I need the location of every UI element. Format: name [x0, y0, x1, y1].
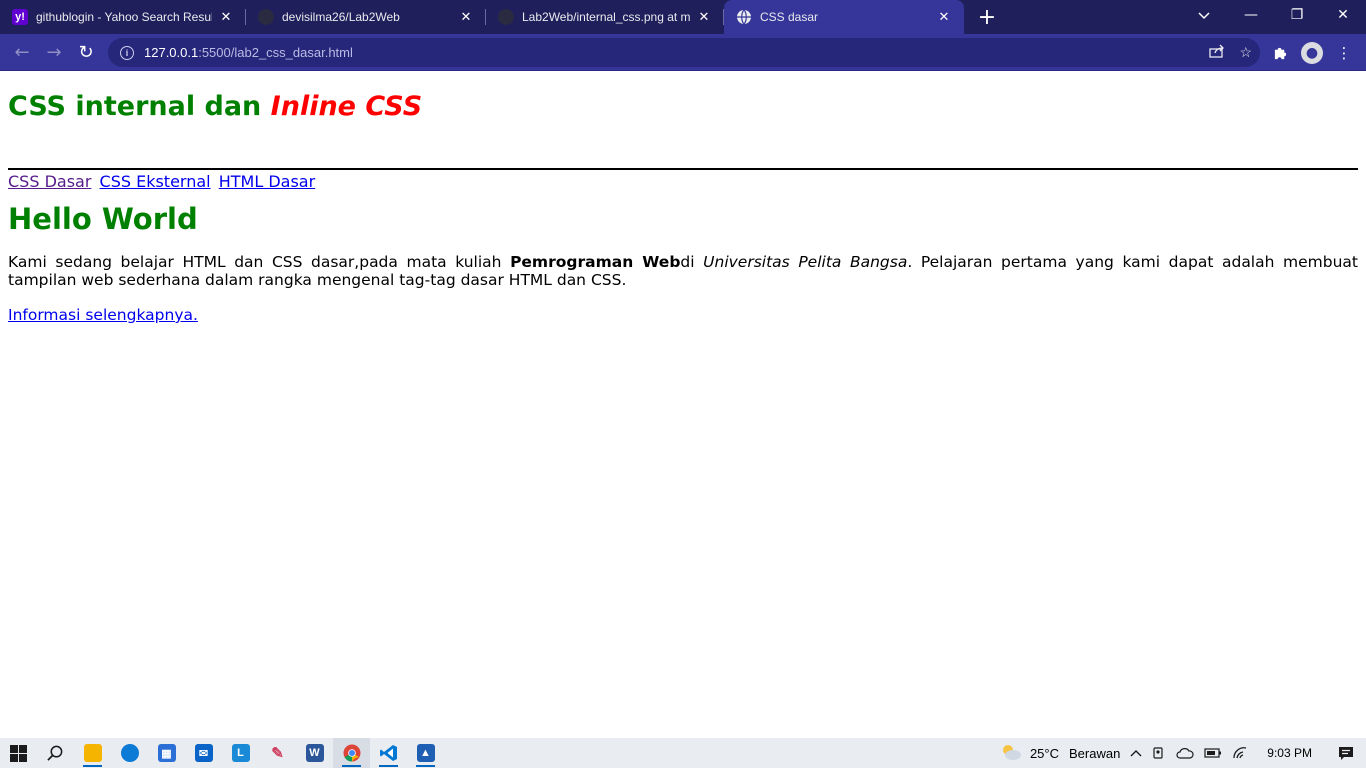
close-window-icon[interactable]: ✕	[1320, 0, 1366, 30]
toolbar-right: ● ⋮	[1264, 34, 1360, 71]
restore-icon[interactable]: ❐	[1274, 0, 1320, 30]
notification-icon[interactable]	[1326, 738, 1366, 768]
tab-title: githublogin - Yahoo Search Results	[36, 10, 212, 24]
paragraph-text-2: di	[680, 253, 704, 271]
url-path: :5500/lab2_css_dasar.html	[198, 45, 353, 60]
taskbar-l-app[interactable]: L	[222, 738, 259, 768]
close-tab-icon[interactable]: ✕	[458, 9, 474, 25]
page-content: CSS internal dan Inline CSS CSS Dasar CS…	[0, 71, 1366, 738]
reload-icon[interactable]: ↻	[70, 36, 102, 68]
folder-icon	[83, 744, 102, 762]
edge-icon	[120, 744, 139, 762]
globe-icon	[736, 9, 752, 25]
partly-cloudy-icon	[1000, 743, 1022, 764]
taskbar-edge[interactable]	[111, 738, 148, 768]
tab-title: CSS dasar	[760, 10, 819, 24]
intro-paragraph: Kami sedang belajar HTML dan CSS dasar,p…	[8, 253, 1358, 289]
heading-inline-text: Inline CSS	[270, 91, 423, 122]
profile-avatar-icon[interactable]: ●	[1301, 41, 1323, 64]
minimize-icon[interactable]: —	[1228, 0, 1274, 30]
close-tab-icon[interactable]: ✕	[696, 9, 712, 25]
taskbar-store[interactable]: ▦	[148, 738, 185, 768]
weather-text: Berawan	[1068, 745, 1121, 761]
window-controls: — ❐ ✕	[1228, 0, 1366, 34]
address-bar[interactable]: i 127.0.0.1:5500/lab2_css_dasar.html ☆	[108, 38, 1260, 67]
onedrive-cloud-icon[interactable]	[1171, 738, 1199, 768]
bookmark-star-icon[interactable]: ☆	[1239, 44, 1252, 61]
close-tab-icon[interactable]: ✕	[218, 9, 234, 25]
weather-temp: 25°C	[1029, 745, 1059, 761]
extensions-puzzle-icon[interactable]	[1264, 37, 1296, 69]
tray-overflow-chevron-icon[interactable]	[1125, 738, 1147, 768]
taskbar-file-explorer[interactable]	[74, 738, 111, 768]
tab-github-file[interactable]: Lab2Web/internal_css.png at main ✕	[486, 0, 724, 34]
vscode-icon	[379, 744, 398, 762]
weather-widget[interactable]: 25°C Berawan	[995, 738, 1125, 768]
url-host: 127.0.0.1	[144, 45, 199, 60]
forward-arrow-icon[interactable]: →	[38, 36, 70, 68]
menu-kebab-icon[interactable]: ⋮	[1328, 37, 1360, 69]
paragraph-text-1: Kami sedang belajar HTML dan CSS dasar,p…	[8, 253, 511, 271]
heading-main-text: CSS internal dan	[8, 91, 271, 122]
taskbar-mail[interactable]: ✉	[185, 738, 222, 768]
hello-heading: Hello World	[8, 202, 198, 236]
browser-toolbar: ← → ↻ i 127.0.0.1:5500/lab2_css_dasar.ht…	[0, 34, 1366, 71]
back-arrow-icon[interactable]: ←	[6, 36, 38, 68]
site-info-icon[interactable]: i	[120, 45, 134, 60]
battery-icon[interactable]	[1199, 738, 1227, 768]
clock[interactable]: 9:03 PM	[1253, 738, 1326, 768]
tab-github-repo[interactable]: devisilma26/Lab2Web ✕	[246, 0, 486, 34]
paragraph-italic-university: Universitas Pelita Bangsa	[703, 253, 908, 271]
github-icon	[498, 9, 514, 25]
page-heading: CSS internal dan Inline CSS	[8, 90, 1358, 124]
nav-links: CSS Dasar CSS Eksternal HTML Dasar	[8, 172, 1358, 192]
more-info: Informasi selengkapnya.	[8, 305, 1358, 325]
photos-icon: ▲	[416, 744, 435, 762]
system-tray: 25°C Berawan 9:03 PM	[995, 738, 1366, 768]
paragraph-bold-course: Pemrograman Web	[510, 253, 681, 271]
word-icon: W	[305, 744, 324, 762]
close-tab-icon[interactable]: ✕	[936, 9, 952, 25]
taskbar-word[interactable]: W	[296, 738, 333, 768]
horizontal-rule	[8, 168, 1358, 170]
mail-icon: ✉	[194, 744, 213, 762]
tab-css-dasar[interactable]: CSS dasar ✕	[724, 0, 964, 34]
windows-taskbar: ▦ ✉ L ✎ W ▲ 25°C Berawan 9:03 PM	[0, 738, 1366, 768]
taskbar-chrome[interactable]	[333, 738, 370, 768]
wifi-icon[interactable]	[1227, 738, 1253, 768]
taskbar-search-icon[interactable]	[37, 738, 74, 768]
start-button[interactable]	[0, 738, 37, 768]
yahoo-icon: y!	[12, 9, 28, 25]
tab-title: devisilma26/Lab2Web	[282, 10, 400, 24]
link-css-dasar[interactable]: CSS Dasar	[8, 172, 91, 191]
l-app-icon: L	[231, 744, 250, 762]
taskbar-photos[interactable]: ▲	[407, 738, 444, 768]
more-info-link[interactable]: Informasi selengkapnya.	[8, 306, 198, 324]
link-css-eksternal[interactable]: CSS Eksternal	[100, 172, 211, 191]
windows-logo-icon	[10, 744, 27, 762]
github-icon	[258, 9, 274, 25]
taskbar-paint[interactable]: ✎	[259, 738, 296, 768]
share-icon[interactable]	[1209, 44, 1225, 61]
tab-search-chevron-icon[interactable]	[1190, 4, 1218, 28]
paint-icon: ✎	[271, 745, 284, 762]
link-html-dasar[interactable]: HTML Dasar	[219, 172, 315, 191]
meet-now-icon[interactable]	[1147, 738, 1171, 768]
taskbar-vscode[interactable]	[370, 738, 407, 768]
browser-tab-strip: y! githublogin - Yahoo Search Results ✕ …	[0, 0, 1366, 34]
tab-yahoo-search[interactable]: y! githublogin - Yahoo Search Results ✕	[0, 0, 246, 34]
tab-title: Lab2Web/internal_css.png at main	[522, 10, 690, 24]
chrome-icon	[343, 744, 361, 762]
new-tab-button[interactable]: +	[972, 0, 1002, 34]
store-icon: ▦	[157, 744, 176, 762]
